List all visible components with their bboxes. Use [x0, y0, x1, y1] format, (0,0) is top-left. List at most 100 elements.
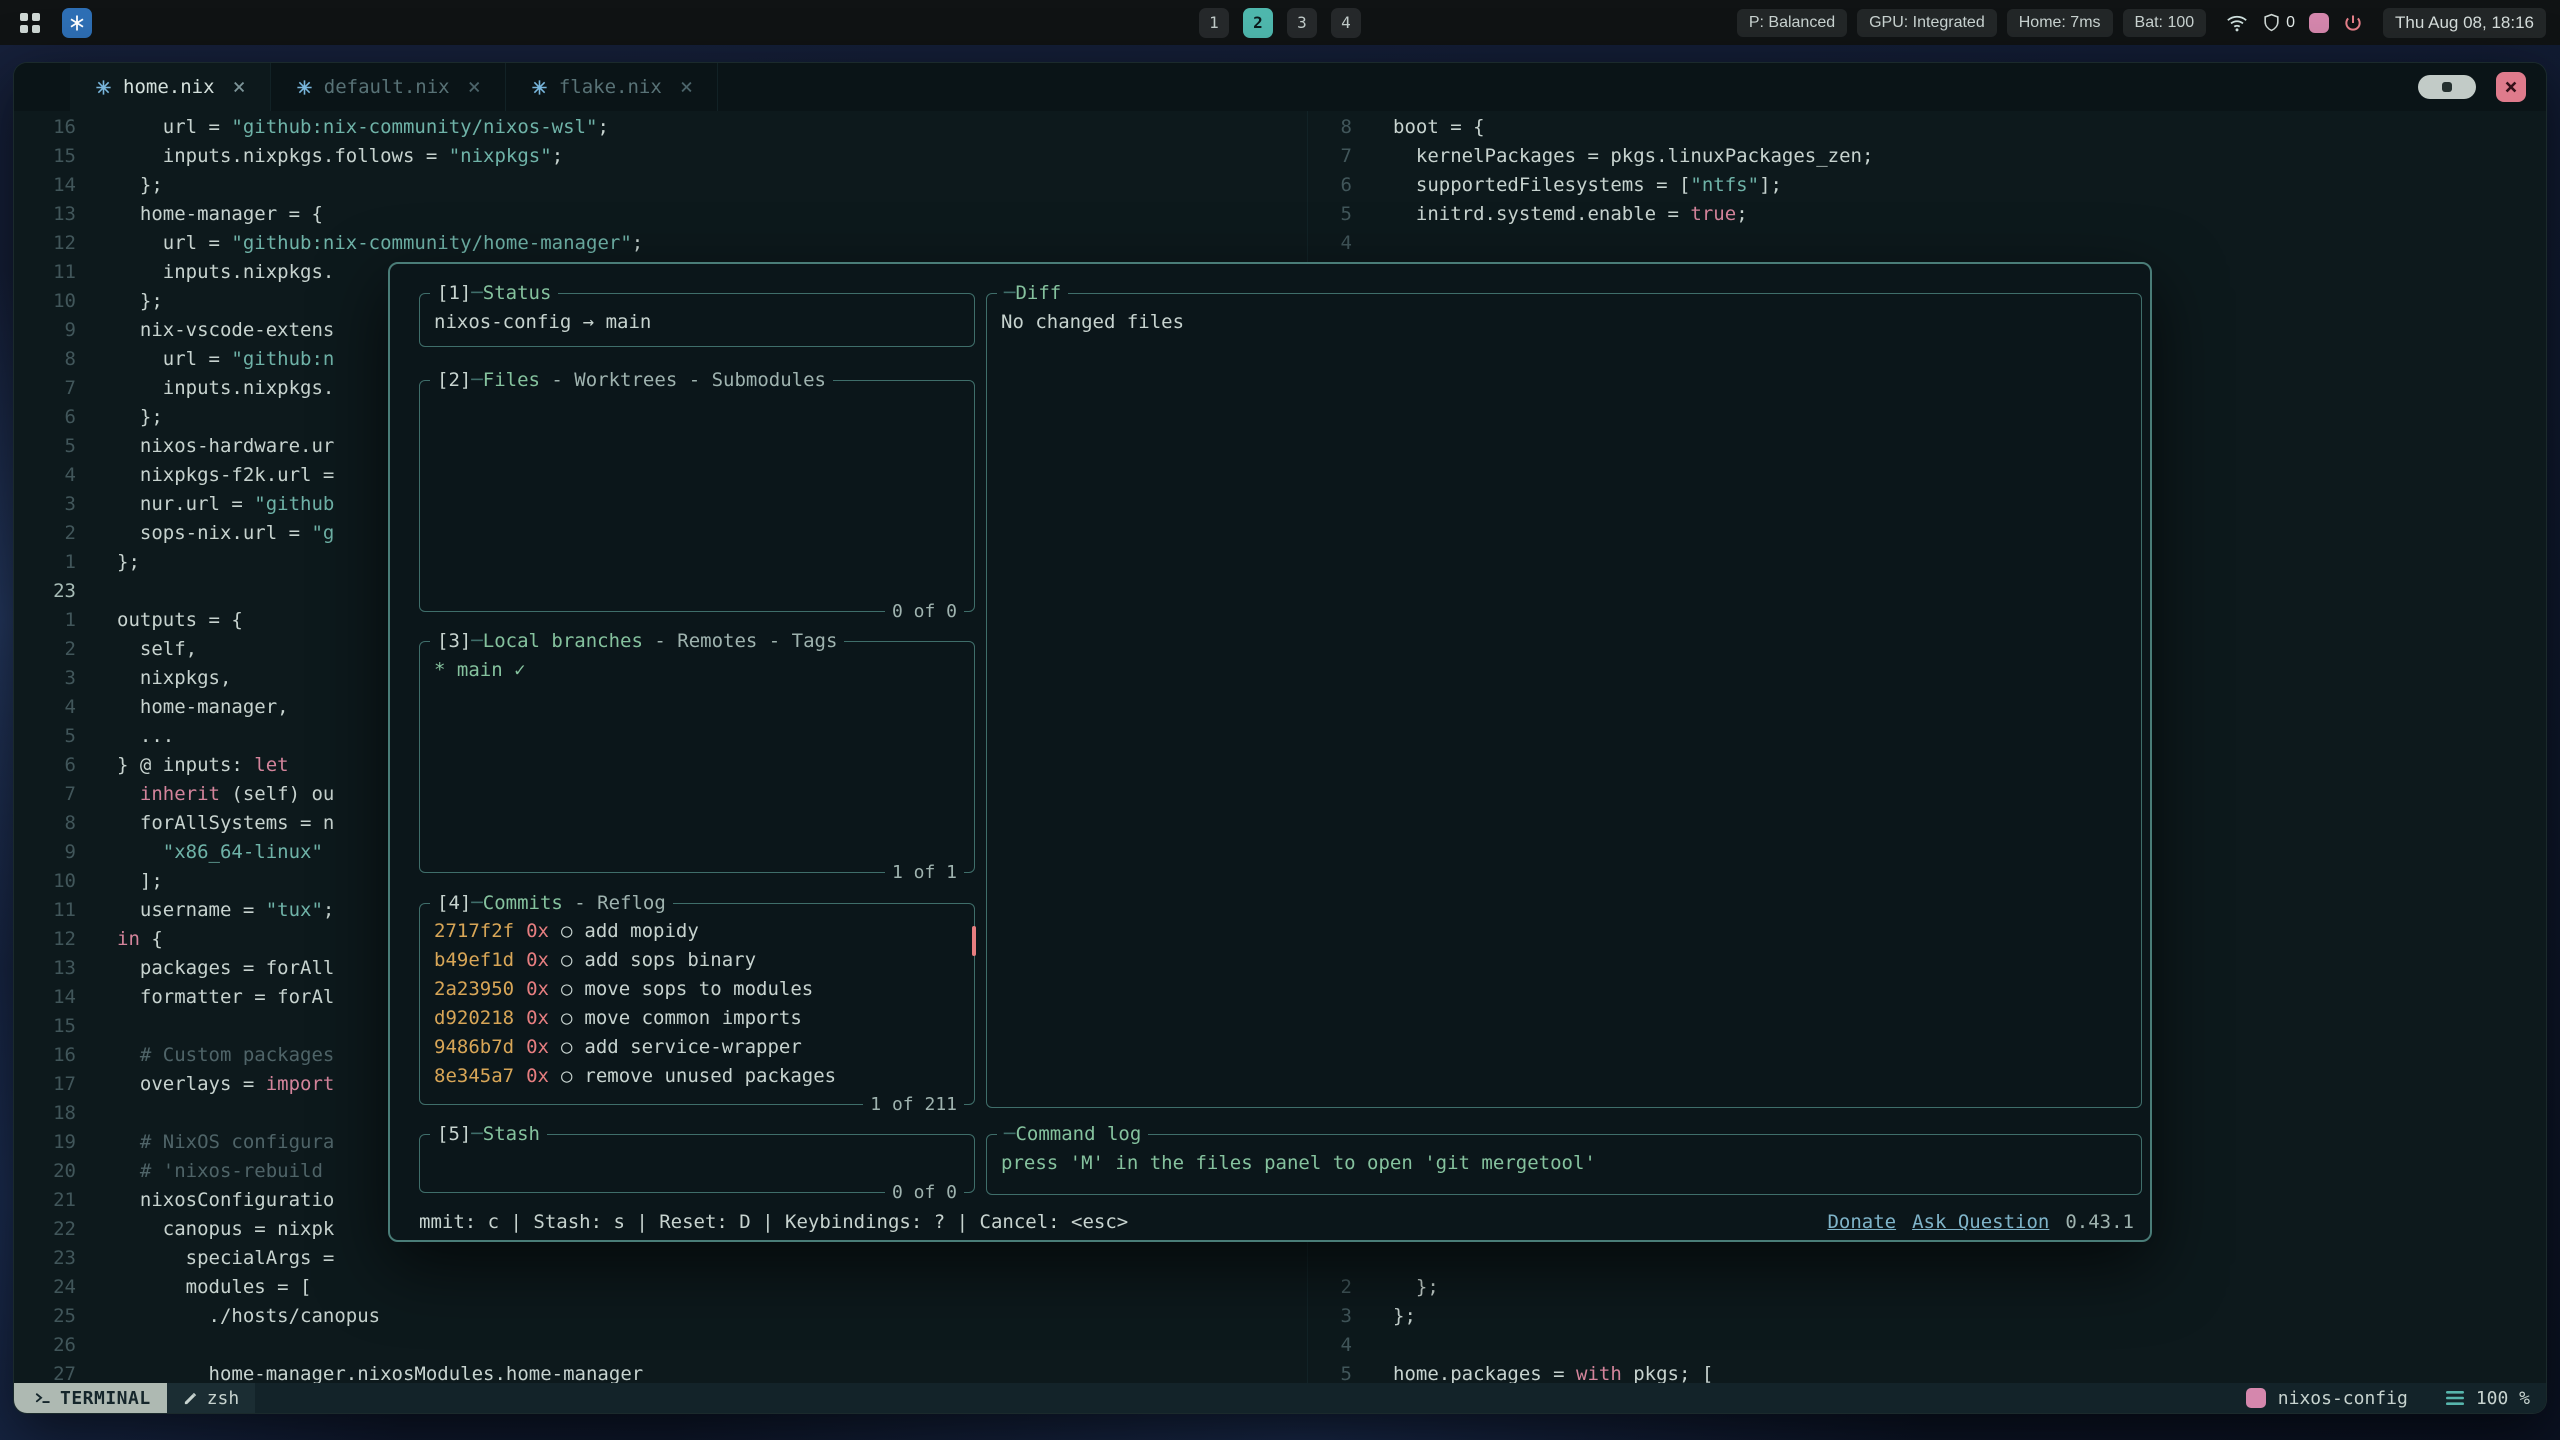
line-number: 17: [14, 1070, 76, 1099]
branch-row[interactable]: * main ✓: [434, 659, 526, 681]
panel-title: [1]Status: [430, 279, 558, 308]
code-text: };: [117, 403, 163, 432]
code-text: inputs.nixpkgs.: [117, 374, 334, 403]
code-line: 23 specialArgs =: [14, 1244, 1307, 1273]
code-text: # NixOS configura: [117, 1128, 334, 1157]
panel-title: [5]Stash: [430, 1120, 547, 1149]
commit-row[interactable]: b49ef1d0x○add sops binary: [434, 946, 960, 975]
tab-home.nix[interactable]: home.nix×: [70, 63, 271, 111]
panel-name: Command log: [1004, 1123, 1141, 1145]
line-number: 22: [14, 1215, 76, 1244]
line-number: 5: [1308, 200, 1352, 229]
commit-row[interactable]: d9202180x○move common imports: [434, 1004, 960, 1033]
line-number: 6: [14, 403, 76, 432]
commit-message: move common imports: [584, 1004, 801, 1033]
lazygit-branches-panel[interactable]: [3]Local branches - Remotes - Tags * mai…: [419, 641, 975, 873]
code-text: formatter = forAl: [117, 983, 334, 1012]
lazygit-commits-panel[interactable]: [4]Commits - Reflog 2717f2f0x○add mopidy…: [419, 903, 975, 1105]
line-number: 19: [14, 1128, 76, 1157]
line-number: 13: [14, 954, 76, 983]
line-number: 23: [14, 1244, 76, 1273]
workspace-button-4[interactable]: 4: [1331, 8, 1361, 38]
code-line: 2 };: [1308, 1273, 2546, 1302]
commit-graph-icon: ○: [561, 1033, 572, 1062]
code-line: 15 inputs.nixpkgs.follows = "nixpkgs";: [14, 142, 1307, 171]
code-text: supportedFilesystems = ["ntfs"];: [1393, 171, 1782, 200]
lazygit-files-panel[interactable]: [2]Files - Worktrees - Submodules 0 of 0: [419, 380, 975, 612]
mode-label: TERMINAL: [60, 1388, 151, 1409]
app-icon[interactable]: [62, 8, 92, 38]
lazygit-stash-panel[interactable]: [5]Stash 0 of 0: [419, 1134, 975, 1193]
panel-number: [3]: [437, 630, 471, 652]
workspace-button-3[interactable]: 3: [1287, 8, 1317, 38]
app-launcher-button[interactable]: [14, 7, 46, 39]
tab-close-icon[interactable]: ×: [680, 75, 693, 100]
line-number: 10: [14, 287, 76, 316]
line-number: 15: [14, 142, 76, 171]
window-close-button[interactable]: ×: [2496, 72, 2526, 102]
status-pill: Home: 7ms: [2007, 9, 2113, 37]
commit-row[interactable]: 8e345a70x○remove unused packages: [434, 1062, 960, 1091]
line-number: 8: [1308, 113, 1352, 142]
line-number: 16: [14, 1041, 76, 1070]
shield-indicator: 0: [2262, 13, 2295, 32]
code-text: ];: [117, 867, 163, 896]
line-number: 5: [14, 722, 76, 751]
code-text: initrd.systemd.enable = true;: [1393, 200, 1748, 229]
media-icon[interactable]: [2309, 13, 2329, 33]
code-line: 13 home-manager = {: [14, 200, 1307, 229]
commit-author: 0x: [526, 1004, 549, 1033]
ask-question-link[interactable]: Ask Question: [1912, 1208, 2049, 1237]
workspace-button-2[interactable]: 2: [1243, 8, 1273, 38]
panel-name: Commits: [471, 892, 563, 914]
lazygit-status-panel[interactable]: [1]Status nixos-config → main: [419, 293, 975, 347]
power-icon[interactable]: [2343, 13, 2363, 33]
panel-number: [5]: [437, 1123, 471, 1145]
tab-flake.nix[interactable]: flake.nix×: [506, 63, 718, 111]
right-pane-top: 8boot = {7 kernelPackages = pkgs.linuxPa…: [1308, 113, 2546, 258]
line-number: 5: [1308, 1360, 1352, 1383]
commit-hash: 2717f2f: [434, 917, 514, 946]
donate-link[interactable]: Donate: [1827, 1208, 1896, 1237]
panel-subtabs: - Remotes - Tags: [643, 630, 837, 652]
tab-close-icon[interactable]: ×: [233, 75, 246, 100]
code-text: };: [117, 548, 140, 577]
wifi-icon[interactable]: [2226, 12, 2248, 34]
panel-number: [2]: [437, 369, 471, 391]
tab-close-icon[interactable]: ×: [468, 75, 481, 100]
code-text: url = "github:n: [117, 345, 334, 374]
toggle-pill[interactable]: [2418, 75, 2476, 99]
status-pills: P: BalancedGPU: IntegratedHome: 7msBat: …: [1737, 9, 2206, 37]
code-text: nix-vscode-extens: [117, 316, 334, 345]
code-line: 26: [14, 1331, 1307, 1360]
code-line: 6 supportedFilesystems = ["ntfs"];: [1308, 171, 2546, 200]
code-text: };: [1393, 1302, 1416, 1331]
line-number: 14: [14, 171, 76, 200]
code-line: 3};: [1308, 1302, 2546, 1331]
lines-icon: [2446, 1391, 2464, 1405]
panel-subtabs: - Reflog: [563, 892, 666, 914]
panel-number: [1]: [437, 282, 471, 304]
code-text: forAllSystems = n: [117, 809, 334, 838]
terminal-icon: [34, 1390, 51, 1407]
commit-hash: 9486b7d: [434, 1033, 514, 1062]
lazygit-diff-panel[interactable]: Diff No changed files: [986, 293, 2142, 1108]
code-line: 27 home-manager.nixosModules.home-manage…: [14, 1360, 1307, 1383]
scrollbar-thumb[interactable]: [972, 926, 976, 956]
status-pill: Bat: 100: [2123, 9, 2207, 37]
line-number: 6: [14, 751, 76, 780]
line-number: 21: [14, 1186, 76, 1215]
commit-row[interactable]: 9486b7d0x○add service-wrapper: [434, 1033, 960, 1062]
line-number: 2: [1308, 1273, 1352, 1302]
panel-number: [4]: [437, 892, 471, 914]
code-text: url = "github:nix-community/nixos-wsl";: [117, 113, 609, 142]
panel-title: [4]Commits - Reflog: [430, 889, 673, 918]
workspace-button-1[interactable]: 1: [1199, 8, 1229, 38]
commit-graph-icon: ○: [561, 946, 572, 975]
code-text: inputs.nixpkgs.follows = "nixpkgs";: [117, 142, 563, 171]
panel-name: Status: [471, 282, 551, 304]
tab-default.nix[interactable]: default.nix×: [271, 63, 506, 111]
commit-row[interactable]: 2a239500x○move sops to modules: [434, 975, 960, 1004]
commit-row[interactable]: 2717f2f0x○add mopidy: [434, 917, 960, 946]
lazygit-command-log-panel[interactable]: Command log press 'M' in the files panel…: [986, 1134, 2142, 1195]
